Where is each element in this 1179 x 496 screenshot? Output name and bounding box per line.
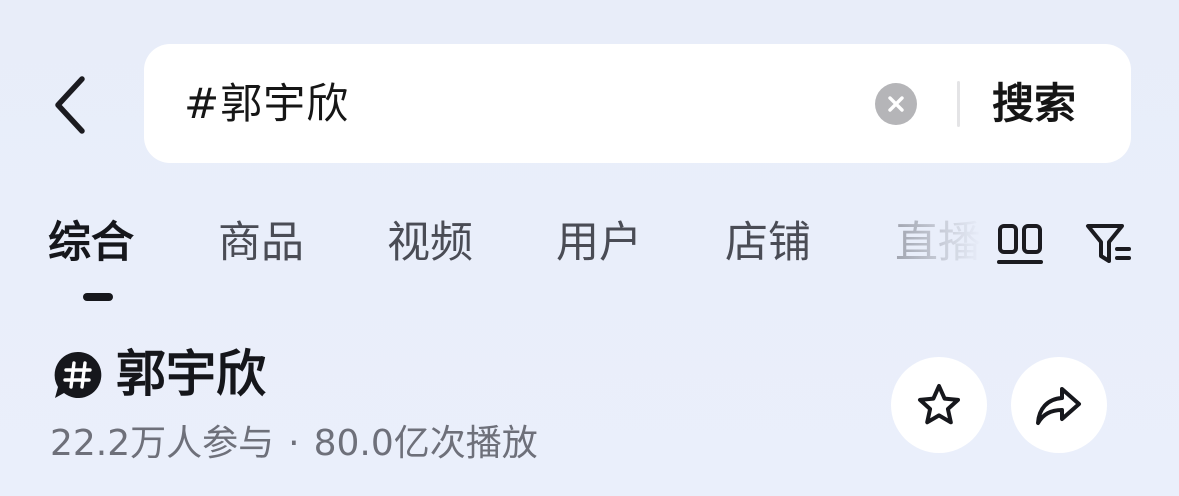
tab-comprehensive[interactable]: 综合 — [48, 210, 134, 280]
search-submit-button[interactable]: 搜索 — [992, 44, 1076, 163]
tab-live[interactable]: 直播 — [895, 210, 981, 280]
search-input[interactable]: #郭宇欣 — [184, 44, 349, 163]
active-tab-indicator — [83, 293, 113, 301]
tab-bar: 综合 商品 视频 用户 店铺 直播 — [0, 210, 990, 280]
tab-users[interactable]: 用户 — [556, 210, 642, 280]
filter-button[interactable] — [1083, 219, 1133, 269]
back-button[interactable] — [40, 70, 100, 140]
star-icon — [918, 384, 960, 425]
tab-videos[interactable]: 视频 — [387, 210, 473, 280]
search-divider — [957, 81, 960, 127]
clear-search-button[interactable] — [875, 83, 917, 125]
layout-grid-icon — [997, 224, 1043, 264]
clear-circle-icon — [888, 96, 904, 112]
favorite-button[interactable] — [891, 357, 987, 453]
share-button[interactable] — [1011, 357, 1107, 453]
play-count: 80.0亿次播放 — [313, 423, 538, 464]
topic-stats: 22.2万人参与 · 80.0亿次播放 — [50, 418, 538, 470]
filter-icon — [1086, 224, 1131, 263]
hashtag-bubble-icon — [54, 351, 102, 398]
chevron-left-icon — [55, 76, 85, 134]
stats-separator: · — [288, 423, 300, 464]
tab-products[interactable]: 商品 — [218, 210, 304, 280]
layout-toggle-button[interactable] — [995, 219, 1045, 269]
participants-count: 22.2万人参与 — [50, 423, 275, 464]
search-bar: #郭宇欣 搜索 — [144, 44, 1131, 163]
tab-shops[interactable]: 店铺 — [725, 210, 811, 280]
topic-title: 郭宇欣 — [116, 345, 266, 403]
share-arrow-icon — [1036, 387, 1081, 425]
